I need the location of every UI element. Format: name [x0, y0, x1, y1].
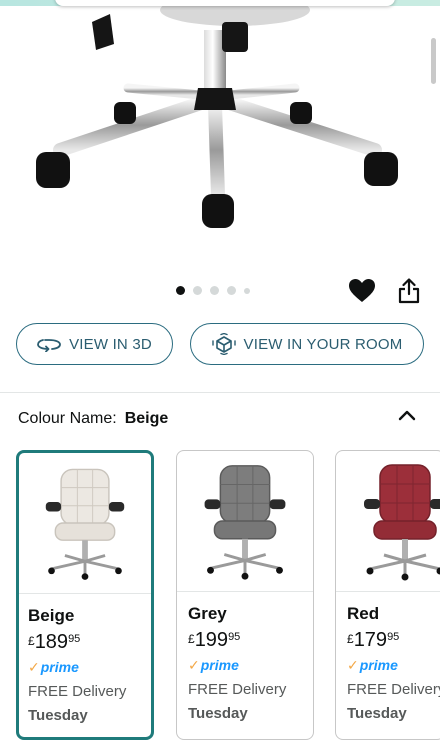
image-pagination[interactable]: [176, 286, 250, 295]
card-divider: [19, 593, 151, 594]
price-currency: £: [28, 634, 35, 648]
prime-badge: ✓prime: [347, 657, 398, 674]
price-whole: 189: [35, 631, 68, 654]
pagination-dot[interactable]: [244, 288, 250, 294]
price-currency: £: [347, 632, 354, 646]
colour-option-card-beige[interactable]: Beige £18995 ✓prime FREE Delivery Tuesda…: [16, 450, 154, 740]
colour-option-price: £18995: [28, 631, 80, 654]
colour-option-price: £19995: [188, 629, 240, 652]
prime-badge: ✓prime: [28, 659, 79, 676]
view-in-your-room-label: VIEW IN YOUR ROOM: [244, 336, 403, 353]
grey-chair-image: [177, 451, 313, 591]
colour-option-card-grey[interactable]: Grey £19995 ✓prime FREE Delivery Tuesday: [176, 450, 314, 740]
red-chair-image: [336, 451, 440, 591]
view-in-your-room-button[interactable]: VIEW IN YOUR ROOM: [190, 323, 424, 365]
share-icon[interactable]: [398, 278, 420, 304]
colour-option-card-red[interactable]: Red £17995 ✓prime FREE Delivery Tuesday: [335, 450, 440, 740]
chevron-up-icon[interactable]: [397, 408, 417, 422]
pagination-dot[interactable]: [210, 286, 219, 295]
section-divider: [0, 392, 440, 393]
pagination-dot[interactable]: [193, 286, 202, 295]
colour-option-price: £17995: [347, 629, 399, 652]
search-bar[interactable]: [55, 0, 395, 6]
product-image[interactable]: [0, 0, 440, 265]
rotate-3d-icon: [37, 336, 61, 352]
prime-check-icon: ✓: [28, 659, 40, 675]
card-divider: [177, 591, 313, 592]
colour-option-name: Grey: [188, 604, 227, 624]
delivery-day: Tuesday: [188, 705, 248, 722]
prime-label: prime: [360, 657, 398, 673]
price-fraction: 95: [387, 631, 399, 643]
prime-badge: ✓prime: [188, 657, 239, 674]
price-fraction: 95: [68, 633, 80, 645]
view-in-3d-label: VIEW IN 3D: [69, 336, 152, 353]
prime-check-icon: ✓: [347, 657, 359, 673]
price-whole: 179: [354, 629, 387, 652]
price-currency: £: [188, 632, 195, 646]
delivery-day: Tuesday: [28, 707, 88, 724]
colour-option-name: Beige: [28, 606, 74, 626]
heart-icon[interactable]: [348, 278, 376, 304]
colour-option-name: Red: [347, 604, 379, 624]
price-whole: 199: [195, 629, 228, 652]
prime-label: prime: [41, 659, 79, 675]
page-scrollbar[interactable]: [431, 38, 436, 84]
prime-label: prime: [201, 657, 239, 673]
delivery-text: FREE Delivery: [188, 681, 286, 698]
colour-name-header: Colour Name: Beige: [18, 410, 168, 428]
price-fraction: 95: [228, 631, 240, 643]
delivery-day: Tuesday: [347, 705, 407, 722]
beige-chair-image: [19, 453, 151, 593]
pagination-dot[interactable]: [227, 286, 236, 295]
colour-name-value: Beige: [125, 410, 169, 427]
view-in-3d-button[interactable]: VIEW IN 3D: [16, 323, 173, 365]
delivery-text: FREE Delivery: [347, 681, 440, 698]
prime-check-icon: ✓: [188, 657, 200, 673]
colour-name-label: Colour Name:: [18, 410, 117, 427]
card-divider: [336, 591, 440, 592]
pagination-dot[interactable]: [176, 286, 185, 295]
delivery-text: FREE Delivery: [28, 683, 126, 700]
cube-ar-icon: [212, 333, 236, 355]
